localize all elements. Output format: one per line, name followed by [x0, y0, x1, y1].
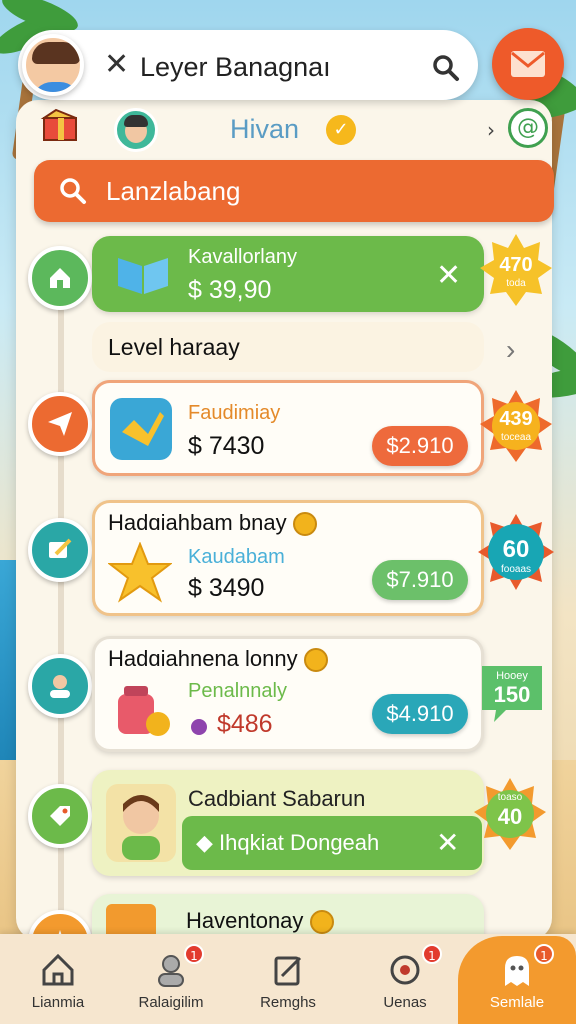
item-3-badge-value: 60 — [502, 536, 530, 563]
ghost-icon — [505, 956, 529, 986]
item-3-title: Kaudabam — [188, 546, 285, 568]
header-username: Hivan — [230, 114, 300, 144]
item-5-action-text: Ihqkiat Dongeah — [219, 830, 380, 855]
nav-label-profile: Ralaigilim — [138, 994, 204, 1011]
item-4-header-text: Hadɑiahnena lonny — [108, 646, 298, 671]
home-icon — [42, 953, 74, 986]
nav-item-profile[interactable]: 1 Ralaigilim — [116, 944, 226, 1018]
search-placeholder: Lanzlabang — [106, 176, 241, 206]
close-icon[interactable]: ✕ — [104, 50, 129, 80]
item-5-badge-sub: toaso — [497, 792, 523, 803]
user-icon — [50, 675, 70, 698]
timeline-node-tag[interactable] — [28, 784, 92, 848]
item-3-price-button[interactable]: $7.910 — [372, 560, 468, 600]
nav-label-bugs: Uenas — [383, 994, 427, 1011]
coin-icon — [303, 648, 328, 673]
item-6-title-text: Haventonay — [186, 908, 304, 933]
mail-icon — [511, 51, 545, 77]
gift-box-icon[interactable] — [40, 108, 80, 144]
coin-icon — [292, 512, 317, 537]
item-5-badge-value: 40 — [497, 804, 523, 829]
item-1-badge-sub: toda — [506, 278, 526, 289]
item-4-title: Penalnnaly — [188, 680, 287, 702]
home-icon — [50, 268, 70, 288]
item-5-avatar — [106, 784, 176, 862]
chevron-right-icon[interactable]: › — [506, 334, 515, 366]
friend-avatar[interactable] — [114, 108, 158, 152]
item-4-badge-sub: Hooey — [496, 670, 528, 682]
item-1-title: Kavallorlany — [188, 246, 297, 268]
timeline-node-edit[interactable] — [28, 518, 92, 582]
edit-icon — [274, 956, 302, 986]
user-avatar[interactable] — [22, 34, 84, 96]
item-1-price: $ 39,90 — [188, 276, 272, 304]
search-icon — [60, 178, 86, 204]
item-2-price-button[interactable]: $2.910 — [372, 426, 468, 466]
item-1-badge: 470 toda — [478, 232, 554, 308]
nav-badge-bugs: 1 — [422, 944, 442, 964]
item-5-badge: toaso 40 — [472, 776, 548, 852]
send-icon — [48, 412, 72, 436]
item-2-title: Faudimiay — [188, 402, 281, 424]
item-3-badge: 60 fooaas — [476, 512, 556, 592]
item-3-header-text: Hadɑiahbam bnay — [108, 510, 287, 535]
timeline-node-user[interactable] — [28, 654, 92, 718]
verified-badge-icon: ✓ — [326, 115, 356, 145]
chevron-right-icon[interactable]: › — [487, 118, 495, 142]
item-4-badge-value: 150 — [493, 682, 531, 707]
timeline-node-send[interactable] — [28, 392, 92, 456]
item-3-price: $ 3490 — [188, 574, 265, 602]
nav-item-bugs[interactable]: 1 Uenas — [350, 944, 460, 1018]
timeline-node-home[interactable] — [28, 246, 92, 310]
item-1-close-icon[interactable]: ✕ — [436, 258, 461, 293]
star-icon — [108, 542, 172, 603]
item-2-badge-sub: toceaa — [500, 432, 532, 443]
coin-icon — [309, 910, 334, 935]
item-2-thumbnail — [110, 398, 172, 460]
item-4-price: $486 — [188, 710, 273, 739]
nav-label-home: Lianmia — [31, 994, 85, 1011]
item-4-price-text: $486 — [216, 710, 273, 738]
nav-badge-profile: 1 — [184, 944, 204, 964]
timeline-line — [58, 270, 64, 950]
tag-icon — [50, 806, 70, 826]
bug-icon — [390, 955, 420, 985]
nav-item-notes[interactable]: Remghs — [233, 944, 343, 1018]
book-icon — [118, 258, 168, 294]
item-4-header: Hadɑiahnena lonny — [108, 646, 328, 673]
item-2-badge-value: 439 — [499, 408, 533, 430]
at-icon[interactable]: @ — [508, 108, 548, 148]
edit-icon — [49, 538, 72, 558]
item-1-badge-value: 470 — [499, 254, 533, 276]
item-2-price: $ 7430 — [188, 432, 265, 460]
mail-button[interactable] — [492, 28, 564, 100]
topbar-title: Leyer Banagnaı — [140, 52, 331, 82]
nav-item-settings[interactable]: 1 Semlale — [462, 944, 572, 1018]
nav-label-notes: Remghs — [260, 994, 316, 1011]
item-5-action-label: ◆ Ihqkiat Dongeah — [196, 830, 380, 855]
item-3-badge-sub: fooaas — [500, 564, 532, 575]
item-3-header: Hadɑiahbam bnay — [108, 510, 317, 537]
nav-badge-settings: 1 — [534, 944, 554, 964]
nav-label-settings: Semlale — [489, 994, 545, 1011]
item-5-close-icon[interactable]: ✕ — [436, 826, 459, 859]
item-4-price-button[interactable]: $4.910 — [372, 694, 468, 734]
item-6-title: Haventonay — [186, 908, 334, 935]
potion-icon — [191, 719, 207, 736]
nav-item-home[interactable]: Lianmia — [3, 944, 113, 1018]
item-4-badge: Hooey 150 — [476, 660, 548, 724]
item-2-badge: 439 toceaa — [478, 388, 554, 464]
item-5-title: Cadbiant Sabarun — [188, 786, 366, 811]
section-title: Level haraay — [108, 334, 240, 360]
search-icon[interactable] — [430, 52, 462, 84]
potion-jar-icon — [118, 686, 170, 736]
